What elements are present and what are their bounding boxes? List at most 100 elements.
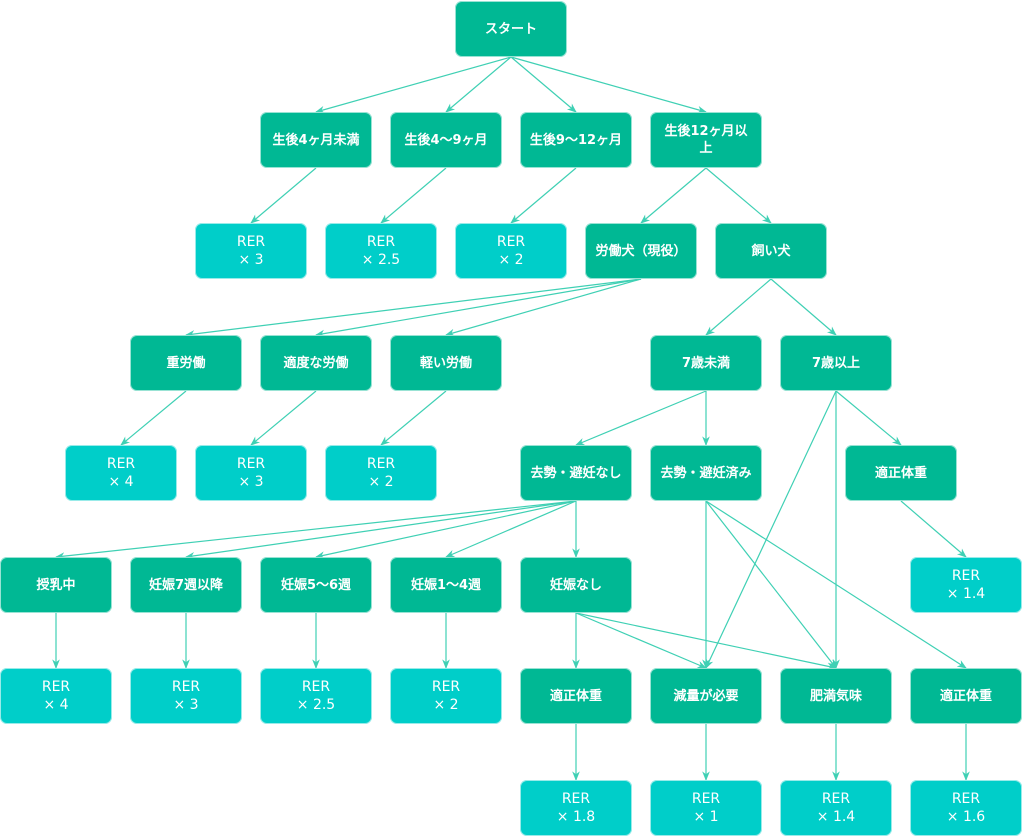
node-label: 生後12ヶ月以 上: [664, 124, 748, 156]
edge-start-to-age_9_12m: [510, 56, 577, 113]
node-label: 適正体重: [549, 688, 602, 704]
edge-intact-to-preg_5_6w: [315, 500, 577, 559]
result-label: RER × 1.6: [946, 791, 986, 825]
edge-light_work-to-rer_x2_work: [380, 390, 447, 446]
node-senior-ideal-weight: 適正体重: [845, 445, 957, 501]
node-moderate-work: 適度な労働: [260, 335, 372, 391]
node-under-7-years: 7歳未満: [650, 335, 762, 391]
node-label: 生後9〜12ヶ月: [529, 132, 623, 148]
node-label: 7歳以上: [811, 355, 861, 371]
result-rer-x4-work: RER × 4: [65, 445, 177, 501]
node-label: 減量が必要: [673, 688, 739, 704]
node-label: 7歳未満: [681, 355, 731, 371]
edge-intact-to-lactating: [55, 500, 577, 560]
result-rer-x1-4-overweight: RER × 1.4: [780, 780, 892, 836]
result-rer-x3-work: RER × 3: [195, 445, 307, 501]
result-label: RER × 2: [431, 679, 461, 713]
node-pregnant-5-6-weeks: 妊娠5〜6週: [260, 557, 372, 613]
edge-moderate_work-to-rer_x3_work: [250, 390, 317, 446]
node-label: 授乳中: [36, 577, 76, 593]
result-rer-x4-lactating: RER × 4: [0, 668, 112, 724]
result-label: RER × 3: [236, 234, 266, 268]
node-label: 妊娠1〜4週: [410, 577, 482, 593]
node-pregnant-7-weeks-plus: 妊娠7週以降: [130, 557, 242, 613]
result-label: RER × 3: [171, 679, 201, 713]
result-label: RER × 2: [496, 234, 526, 268]
edge-pet_dog-to-over7: [770, 278, 837, 336]
node-label: 去勢・避妊なし: [530, 465, 622, 481]
result-label: RER × 4: [106, 456, 136, 490]
result-label: RER × 2.5: [361, 234, 401, 268]
edge-over7-to-senior_ideal: [835, 390, 902, 446]
node-start: スタート: [455, 1, 567, 57]
result-label: RER × 2.5: [296, 679, 336, 713]
edge-senior_ideal-to-rer_x14_senior: [900, 500, 967, 558]
edge-intact-to-preg_7w: [185, 500, 577, 560]
edge-start-to-age_ge12m: [510, 56, 707, 114]
node-label: 適度な労働: [283, 355, 349, 371]
node-pet-dog: 飼い犬: [715, 223, 827, 279]
edge-heavy_work-to-rer_x4_work: [120, 390, 187, 446]
node-neutered: 去勢・避妊済み: [650, 445, 762, 501]
result-rer-x2-pregnant: RER × 2: [390, 668, 502, 724]
node-label: 労働犬（現役）: [595, 243, 687, 259]
node-label: 適正体重: [939, 688, 992, 704]
edge-start-to-age_4_9m: [445, 56, 512, 113]
node-lactating: 授乳中: [0, 557, 112, 613]
node-ideal-weight: 適正体重: [520, 668, 632, 724]
edge-age_4_9m-to-rer_x25_puppy: [380, 167, 447, 224]
node-age-12-months-plus: 生後12ヶ月以 上: [650, 112, 762, 168]
edge-age_lt4m-to-rer_x3_puppy: [250, 167, 317, 224]
edge-not_pregnant-to-need_loss: [575, 612, 707, 669]
node-working-dog: 労働犬（現役）: [585, 223, 697, 279]
result-label: RER × 1: [691, 791, 721, 825]
edge-age_ge12m-to-pet_dog: [705, 167, 772, 224]
node-7-years-plus: 7歳以上: [780, 335, 892, 391]
edge-over7-to-need_loss: [705, 390, 837, 669]
node-label: 妊娠5〜6週: [280, 577, 352, 593]
node-neutered-ideal-weight: 適正体重: [910, 668, 1022, 724]
result-label: RER × 1.4: [946, 568, 986, 602]
node-not-pregnant: 妊娠なし: [520, 557, 632, 613]
node-label: 重労働: [166, 355, 206, 371]
result-rer-x1-4-senior: RER × 1.4: [910, 557, 1022, 613]
node-label: スタート: [484, 21, 537, 37]
result-rer-x2-work: RER × 2: [325, 445, 437, 501]
edge-working_dog-to-heavy_work: [185, 278, 642, 338]
edge-working_dog-to-moderate_work: [315, 278, 642, 338]
edge-under7-to-intact: [575, 390, 707, 446]
result-label: RER × 2: [366, 456, 396, 490]
node-label: 妊娠7週以降: [148, 577, 224, 593]
edge-intact-to-preg_1_4w: [445, 500, 577, 558]
node-label: 妊娠なし: [549, 577, 602, 593]
node-light-work: 軽い労働: [390, 335, 502, 391]
node-age-under-4-months: 生後4ヶ月未満: [260, 112, 372, 168]
node-age-4-9-months: 生後4〜9ヶ月: [390, 112, 502, 168]
result-label: RER × 3: [236, 456, 266, 490]
edge-age_ge12m-to-working_dog: [640, 167, 707, 224]
node-age-9-12-months: 生後9〜12ヶ月: [520, 112, 632, 168]
node-intact: 去勢・避妊なし: [520, 445, 632, 501]
node-label: 適正体重: [874, 465, 927, 481]
node-label: 軽い労働: [419, 355, 472, 371]
result-rer-x3-pregnant: RER × 3: [130, 668, 242, 724]
node-label: 去勢・避妊済み: [660, 465, 752, 481]
result-label: RER × 1.4: [816, 791, 856, 825]
result-rer-x2-5-pregnant: RER × 2.5: [260, 668, 372, 724]
node-label: 飼い犬: [751, 243, 791, 259]
result-rer-x2-5-puppy: RER × 2.5: [325, 223, 437, 279]
node-label: 生後4ヶ月未満: [272, 132, 360, 148]
node-needs-weight-loss: 減量が必要: [650, 668, 762, 724]
result-rer-x1-8: RER × 1.8: [520, 780, 632, 836]
edge-neutered-to-overweight: [705, 500, 837, 669]
node-label: 肥満気味: [809, 688, 862, 704]
result-rer-x2-puppy: RER × 2: [455, 223, 567, 279]
result-rer-x3-puppy: RER × 3: [195, 223, 307, 279]
node-overweight: 肥満気味: [780, 668, 892, 724]
result-rer-x1-6: RER × 1.6: [910, 780, 1022, 836]
result-label: RER × 4: [41, 679, 71, 713]
result-label: RER × 1.8: [556, 791, 596, 825]
node-label: 生後4〜9ヶ月: [404, 132, 488, 148]
edge-pet_dog-to-under7: [705, 278, 772, 336]
edge-age_9_12m-to-rer_x2_puppy: [510, 167, 577, 224]
